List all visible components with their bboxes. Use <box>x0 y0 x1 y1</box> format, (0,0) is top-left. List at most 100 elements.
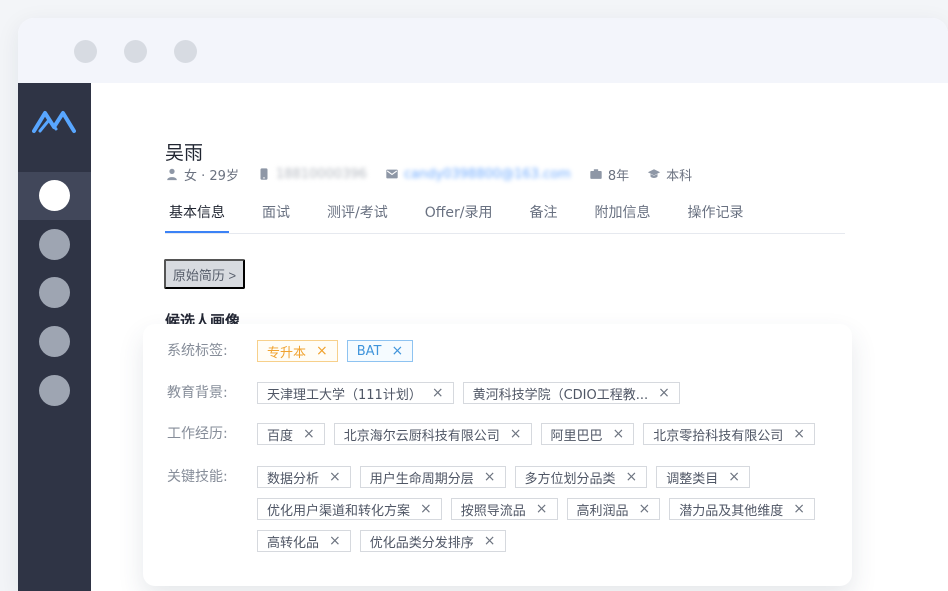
graduation-cap-icon <box>648 169 661 178</box>
skill-tag[interactable]: 数据分析 × <box>257 466 351 488</box>
tag-label: 多方位划分品类 <box>524 471 616 487</box>
skill-tag[interactable]: 高利润品 × <box>566 498 661 520</box>
app-logo-icon[interactable] <box>32 105 76 135</box>
original-resume-button[interactable]: 原始简历 > <box>164 259 245 289</box>
tag-label: BAT <box>356 343 382 359</box>
education-tag[interactable]: 天津理工大学（111计划） × <box>257 382 454 404</box>
tab-assessment[interactable]: 测评/考试 <box>323 197 392 228</box>
key-skills-tags: 数据分析 × 用户生命周期分层 × 多方位划分品类 × 调整类目 × 优化用户渠… <box>257 466 837 552</box>
system-tag[interactable]: BAT × <box>346 340 414 362</box>
skill-tag[interactable]: 调整类目 × <box>656 466 750 488</box>
tag-label: 专升本 <box>267 345 307 361</box>
tag-label: 北京海尔云厨科技有限公司 <box>343 428 500 444</box>
skill-tag[interactable]: 优化品类分发排序 × <box>359 530 506 552</box>
tag-label: 百度 <box>267 428 294 444</box>
close-icon[interactable]: × <box>484 534 496 548</box>
work-tag[interactable]: 北京海尔云厨科技有限公司 × <box>333 423 532 445</box>
sidebar <box>18 83 91 591</box>
work-experience-tags: 百度 × 北京海尔云厨科技有限公司 × 阿里巴巴 × 北京零拾科技有限公司 × <box>257 423 837 445</box>
close-icon[interactable]: × <box>420 502 432 516</box>
tag-label: 数据分析 <box>267 471 320 487</box>
window-titlebar <box>18 18 948 83</box>
close-icon[interactable]: × <box>626 470 638 484</box>
close-icon[interactable]: × <box>316 344 328 358</box>
watermark: kuaru <box>905 569 940 583</box>
phone-icon <box>260 168 268 180</box>
close-icon[interactable]: × <box>658 386 670 400</box>
gender-age-item: 女 · 29岁 <box>165 165 239 184</box>
sidebar-nav-icon[interactable] <box>39 277 70 308</box>
skill-tag[interactable]: 高转化品 × <box>257 530 351 552</box>
close-icon[interactable]: × <box>728 470 740 484</box>
system-tags: 专升本 × BAT × <box>257 340 837 362</box>
close-icon[interactable]: × <box>613 427 625 441</box>
tab-interview[interactable]: 面试 <box>258 197 294 228</box>
email-address[interactable]: candy0398800@163.com <box>404 167 571 182</box>
phone-item: 18810000396 <box>257 167 367 182</box>
sidebar-nav-icon-active[interactable] <box>39 180 70 211</box>
tag-label: 潜力品及其他维度 <box>679 503 784 519</box>
app-window: 吴雨 女 · 29岁 18810000396 candy0398800@163.… <box>18 18 948 591</box>
tag-label: 阿里巴巴 <box>550 428 603 444</box>
tab-offer[interactable]: Offer/录用 <box>421 197 497 228</box>
close-icon[interactable]: × <box>793 427 805 441</box>
tab-operation-log[interactable]: 操作记录 <box>683 197 747 228</box>
tag-label: 调整类目 <box>666 471 719 487</box>
close-icon[interactable]: × <box>329 470 341 484</box>
work-tag[interactable]: 阿里巴巴 × <box>540 423 635 445</box>
phone-number: 18810000396 <box>275 166 367 182</box>
gender-age-text: 女 · 29岁 <box>184 168 239 184</box>
close-icon[interactable]: × <box>793 502 805 516</box>
system-tag[interactable]: 专升本 × <box>257 340 338 362</box>
work-tag[interactable]: 北京零拾科技有限公司 × <box>643 423 815 445</box>
sidebar-nav-icon[interactable] <box>39 375 70 406</box>
tab-basic-info[interactable]: 基本信息 <box>165 197 229 233</box>
briefcase-icon <box>590 169 602 179</box>
candidate-tabs: 基本信息 面试 测评/考试 Offer/录用 备注 附加信息 操作记录 <box>165 197 845 234</box>
tag-label: 按照导流品 <box>460 503 526 519</box>
tag-label: 高利润品 <box>576 503 629 519</box>
window-control-dot[interactable] <box>174 40 197 63</box>
education-background-label: 教育背景: <box>167 385 228 401</box>
sidebar-nav-icon[interactable] <box>39 326 70 357</box>
candidate-portrait-card: 系统标签: 专升本 × BAT × 教育背景: 天津理工大学（111计划） × … <box>143 324 852 586</box>
close-icon[interactable]: × <box>392 344 404 358</box>
tag-label: 优化品类分发排序 <box>369 535 474 551</box>
tag-label: 天津理工大学（111计划） <box>267 387 422 403</box>
skill-tag[interactable]: 多方位划分品类 × <box>514 466 648 488</box>
close-icon[interactable]: × <box>536 502 548 516</box>
window-control-dot[interactable] <box>124 40 147 63</box>
close-icon[interactable]: × <box>484 470 496 484</box>
tag-label: 优化用户渠道和转化方案 <box>267 503 411 519</box>
window-control-dot[interactable] <box>74 40 97 63</box>
tab-notes[interactable]: 备注 <box>525 197 561 228</box>
experience-years: 8年 <box>607 168 630 184</box>
skill-tag[interactable]: 优化用户渠道和转化方案 × <box>257 498 442 520</box>
education-item: 本科 <box>647 165 692 184</box>
skill-tag[interactable]: 用户生命周期分层 × <box>359 466 506 488</box>
candidate-name: 吴雨 <box>165 141 204 164</box>
skill-tag[interactable]: 按照导流品 × <box>450 498 558 520</box>
tag-label: 黄河科技学院（CDIO工程教... <box>472 387 649 403</box>
close-icon[interactable]: × <box>329 534 341 548</box>
education-background-tags: 天津理工大学（111计划） × 黄河科技学院（CDIO工程教... × <box>257 382 837 404</box>
education-tag[interactable]: 黄河科技学院（CDIO工程教... × <box>462 382 680 404</box>
close-icon[interactable]: × <box>432 386 444 400</box>
tab-additional-info[interactable]: 附加信息 <box>590 197 654 228</box>
close-icon[interactable]: × <box>303 427 315 441</box>
work-tag[interactable]: 百度 × <box>257 423 325 445</box>
user-icon <box>167 168 177 181</box>
email-item: candy0398800@163.com <box>385 167 571 182</box>
tag-label: 北京零拾科技有限公司 <box>653 428 784 444</box>
close-icon[interactable]: × <box>510 427 522 441</box>
close-icon[interactable]: × <box>639 502 651 516</box>
sidebar-nav-icon[interactable] <box>39 229 70 260</box>
experience-item: 8年 <box>589 165 629 184</box>
education-level: 本科 <box>666 168 693 184</box>
tag-label: 高转化品 <box>267 535 320 551</box>
page: 吴雨 女 · 29岁 18810000396 candy0398800@163.… <box>0 0 948 591</box>
tag-label: 用户生命周期分层 <box>369 471 474 487</box>
work-experience-label: 工作经历: <box>167 426 228 442</box>
skill-tag[interactable]: 潜力品及其他维度 × <box>669 498 815 520</box>
key-skills-label: 关键技能: <box>167 469 228 485</box>
